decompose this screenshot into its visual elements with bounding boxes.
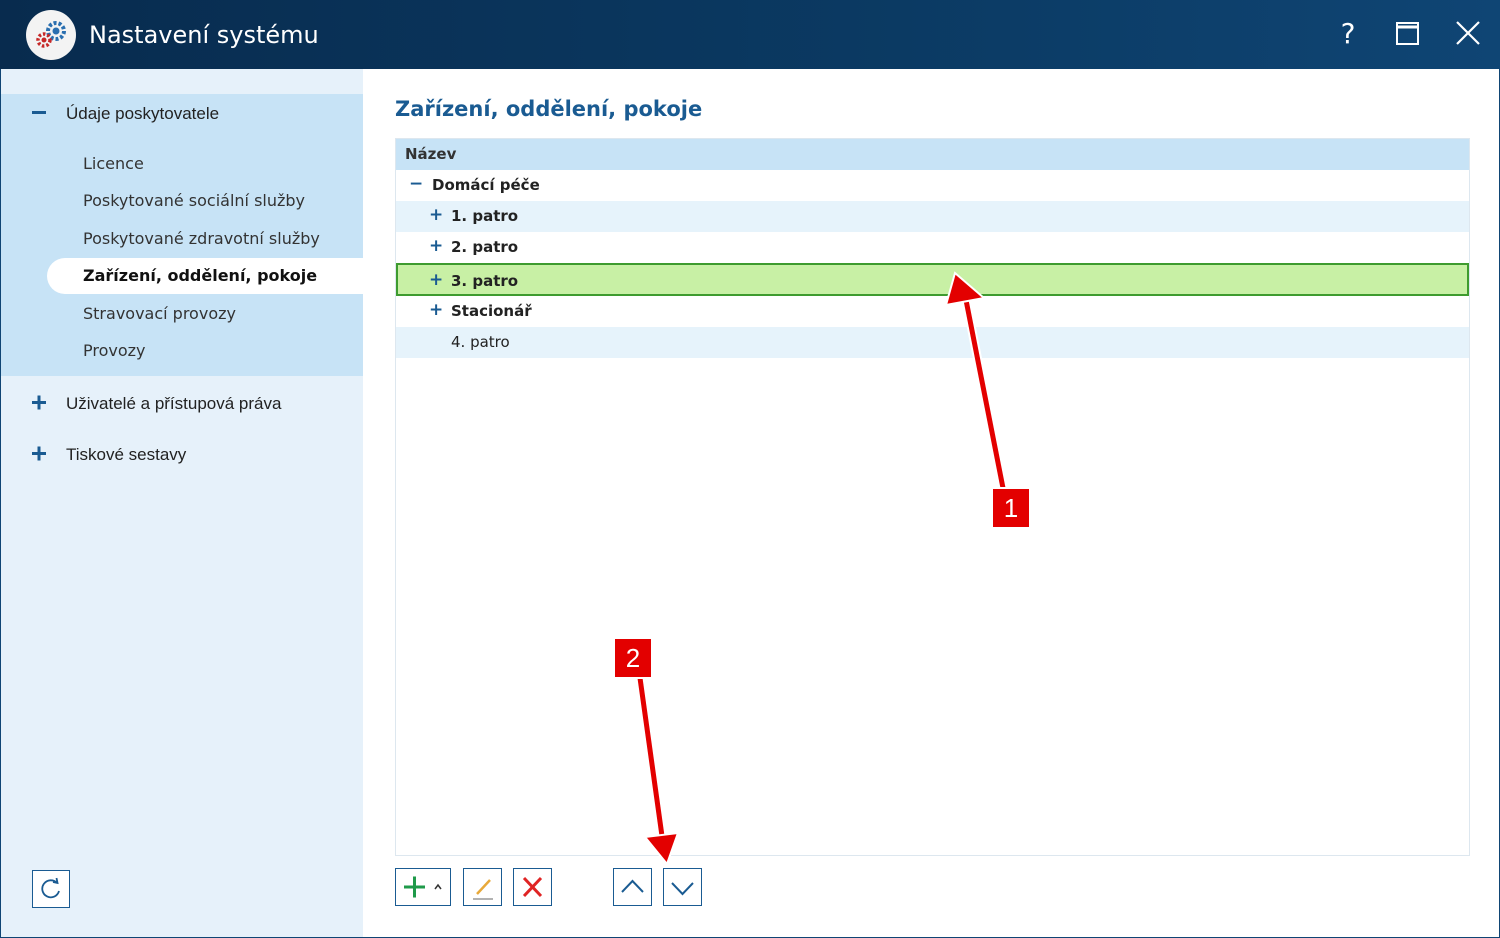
annotation-arrows <box>635 271 1008 867</box>
annotation-marker-2: 2 <box>613 637 653 679</box>
annotation-marker-1: 1 <box>991 487 1031 529</box>
